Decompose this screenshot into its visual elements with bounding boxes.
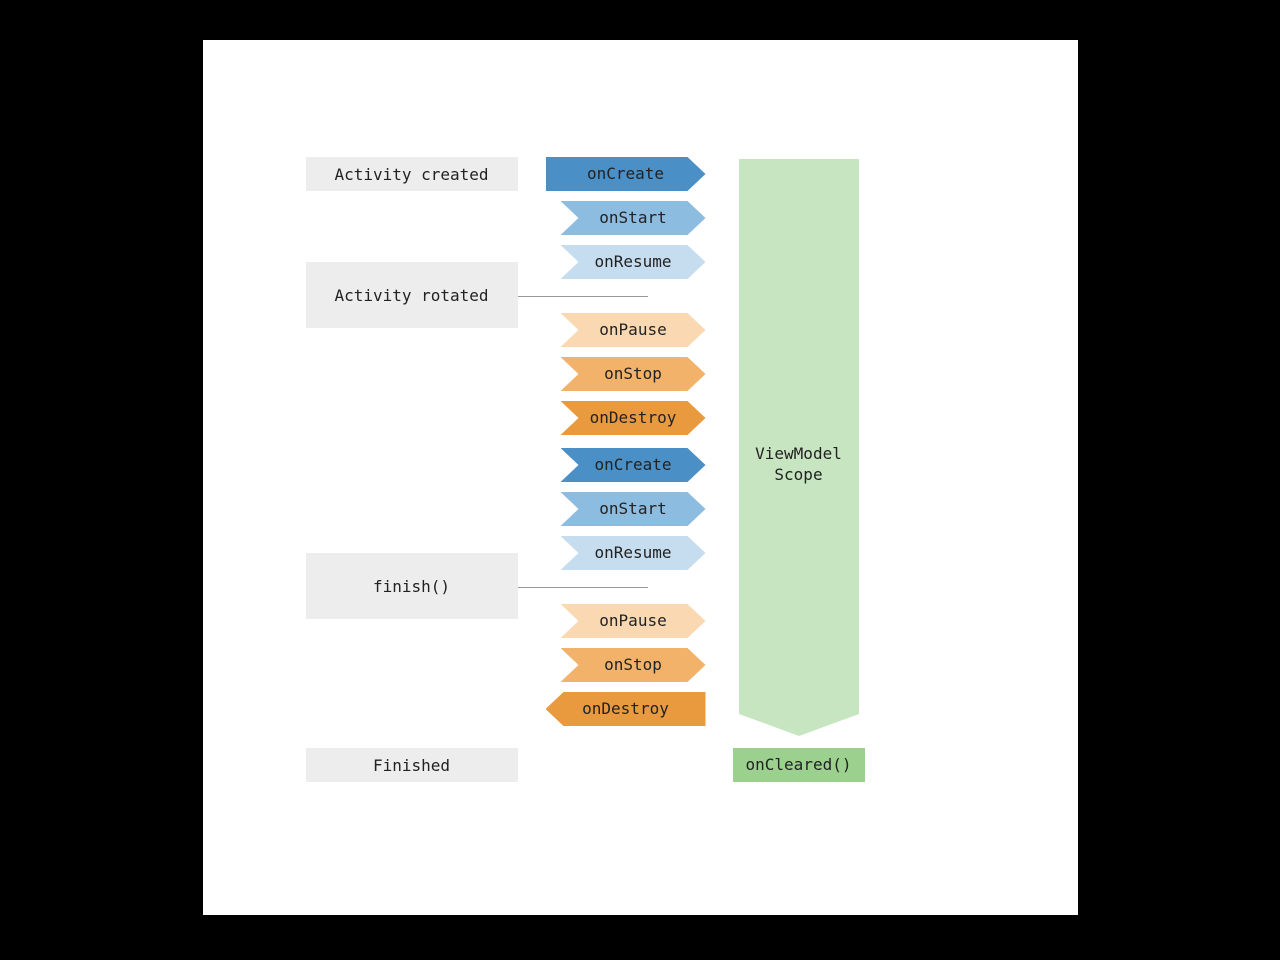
connector-line [518, 587, 648, 588]
viewmodel-scope-label: ViewModel [755, 444, 842, 463]
lifecycle-oncreate: onCreate [546, 157, 706, 191]
lifecycle-onresume: onResume [561, 536, 706, 570]
lifecycle-onstart: onStart [561, 492, 706, 526]
event-activity-rotated: Activity rotated [306, 262, 518, 328]
lifecycle-onstop: onStop [561, 648, 706, 682]
lifecycle-ondestroy: onDestroy [546, 692, 706, 726]
lifecycle-onpause: onPause [561, 313, 706, 347]
lifecycle-onresume: onResume [561, 245, 706, 279]
connector-line [518, 296, 648, 297]
viewmodel-scope-label: Scope [774, 465, 822, 484]
viewmodel-scope: ViewModel Scope [739, 159, 859, 714]
lifecycle-ondestroy: onDestroy [561, 401, 706, 435]
lifecycle-oncreate: onCreate [561, 448, 706, 482]
lifecycle-onstop: onStop [561, 357, 706, 391]
event-activity-created: Activity created [306, 157, 518, 191]
viewmodel-oncleared: onCleared() [733, 748, 865, 782]
viewmodel-scope-arrowhead-icon [739, 714, 859, 736]
lifecycle-onpause: onPause [561, 604, 706, 638]
event-finished: Finished [306, 748, 518, 782]
lifecycle-onstart: onStart [561, 201, 706, 235]
lifecycle-diagram: Activity created Activity rotated finish… [203, 40, 1078, 915]
event-finish: finish() [306, 553, 518, 619]
